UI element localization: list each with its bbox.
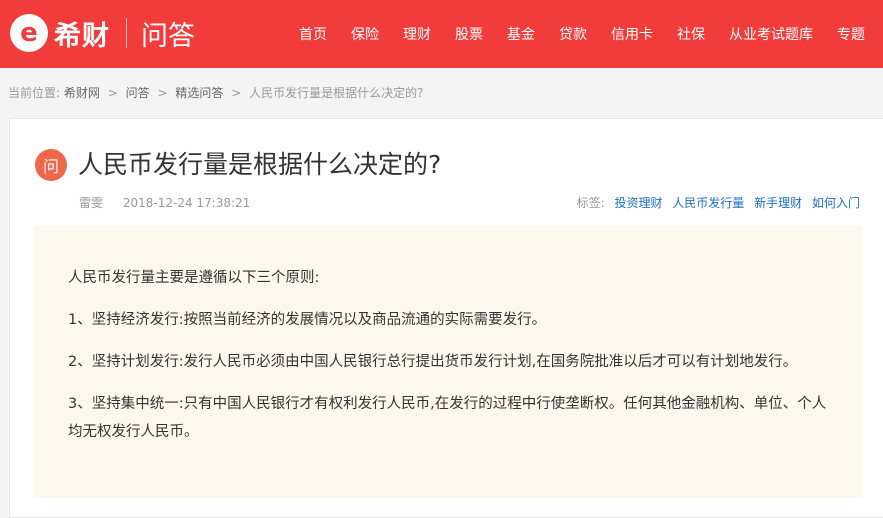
breadcrumb-separator: >	[157, 86, 168, 100]
nav-item-home[interactable]: 首页	[299, 24, 327, 44]
nav-item-topics[interactable]: 专题	[837, 24, 865, 44]
nav-item-insurance[interactable]: 保险	[351, 24, 379, 44]
page-title: 人民币发行量是根据什么决定的?	[78, 150, 442, 179]
nav-item-finance[interactable]: 理财	[403, 24, 431, 44]
site-logo[interactable]: e 希财 问答	[10, 13, 195, 53]
nav-item-loans[interactable]: 贷款	[559, 24, 587, 44]
answer-paragraph: 1、坚持经济发行:按照当前经济的发展情况以及商品流通的实际需要发行。	[68, 312, 547, 328]
breadcrumb-separator: >	[107, 86, 118, 100]
nav-item-funds[interactable]: 基金	[507, 24, 535, 44]
publish-date: 2018-12-24 17:38:21	[122, 196, 251, 210]
tag-link[interactable]: 投资理财	[614, 196, 662, 210]
breadcrumb-separator: >	[231, 86, 242, 100]
breadcrumb-item-home[interactable]: 希财网	[64, 86, 100, 100]
breadcrumb-item-featured[interactable]: 精选问答	[175, 86, 223, 100]
tag-link[interactable]: 新手理财	[754, 196, 802, 210]
answer-content: 人民币发行量主要是遵循以下三个原则: 1、坚持经济发行:按照当前经济的发展情况以…	[34, 226, 862, 498]
site-header: e 希财 问答 首页 保险 理财 股票 基金 贷款 信用卡 社保 从业考试题库 …	[0, 0, 883, 68]
section-title[interactable]: 问答	[141, 14, 195, 53]
answer-paragraph: 3、坚持集中统一:只有中国人民银行才有权利发行人民币,在发行的过程中行使垄断权。…	[68, 396, 827, 440]
answer-paragraph: 人民币发行量主要是遵循以下三个原则:	[68, 270, 320, 286]
nav-item-exam-bank[interactable]: 从业考试题库	[729, 24, 813, 44]
author-name[interactable]: 雷雯	[79, 196, 103, 210]
tag-link[interactable]: 如何入门	[812, 196, 860, 210]
breadcrumb-current: 人民币发行量是根据什么决定的?	[249, 86, 424, 100]
breadcrumb-item-qa[interactable]: 问答	[126, 86, 150, 100]
breadcrumb: 当前位置: 希财网 > 问答 > 精选问答 > 人民币发行量是根据什么决定的?	[8, 84, 423, 101]
nav-item-stocks[interactable]: 股票	[455, 24, 483, 44]
article-meta: 雷雯 2018-12-24 17:38:21	[79, 194, 250, 211]
main-nav: 首页 保险 理财 股票 基金 贷款 信用卡 社保 从业考试题库 专题	[299, 0, 865, 68]
logo-icon: e	[10, 14, 48, 52]
tag-list: 标签: 投资理财 人民币发行量 新手理财 如何入门	[577, 194, 860, 211]
tag-link[interactable]: 人民币发行量	[672, 196, 744, 210]
logo-divider	[126, 18, 127, 48]
logo-text: 希财	[54, 20, 110, 52]
question-icon: 问	[35, 149, 67, 181]
answer-paragraph: 2、坚持计划发行:发行人民币必须由中国人民银行总行提出货币发行计划,在国务院批准…	[68, 354, 798, 370]
article-card: 问 人民币发行量是根据什么决定的? 雷雯 2018-12-24 17:38:21…	[9, 118, 883, 518]
nav-item-social-security[interactable]: 社保	[677, 24, 705, 44]
breadcrumb-prefix: 当前位置:	[8, 86, 61, 100]
nav-item-credit-card[interactable]: 信用卡	[611, 24, 653, 44]
tags-label: 标签:	[576, 196, 605, 210]
